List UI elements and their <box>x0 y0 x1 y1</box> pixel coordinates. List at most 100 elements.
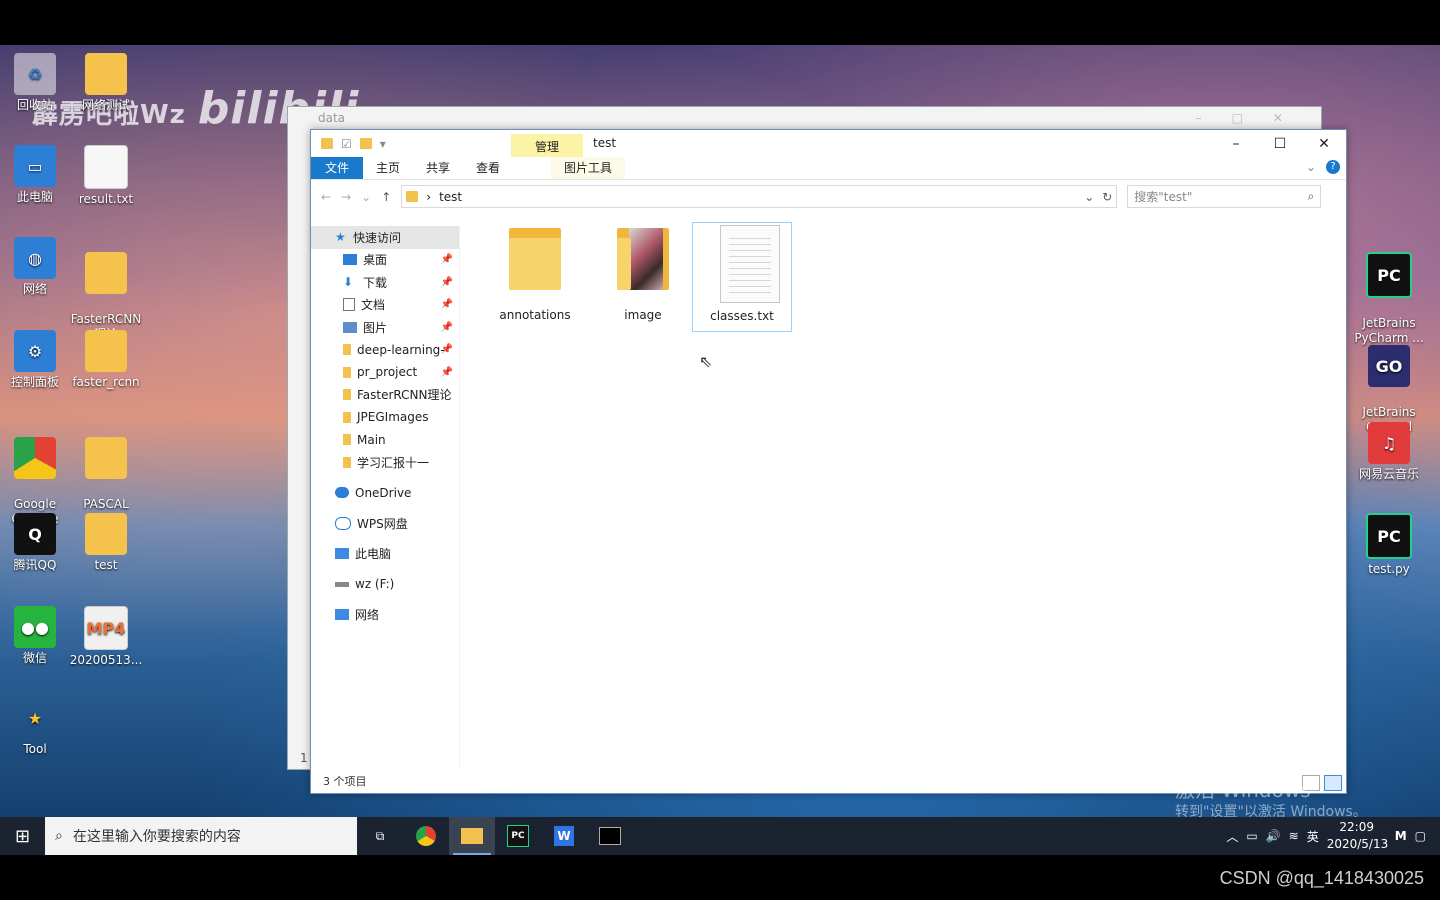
tab-share[interactable]: 共享 <box>413 157 463 179</box>
tab-home[interactable]: 主页 <box>363 157 413 179</box>
taskbar-search[interactable]: ⌕ 在这里输入你要搜索的内容 <box>45 817 357 855</box>
breadcrumb-separator-icon[interactable]: › <box>426 190 431 204</box>
close-button[interactable]: ✕ <box>1302 130 1346 157</box>
help-icon[interactable]: ? <box>1326 160 1340 174</box>
notification-center-icon[interactable]: ▢ <box>1415 829 1426 843</box>
explorer-window-test[interactable]: ☑ ▾ 管理 test – ☐ ✕ 文件 主页 共享 查看 图片工具 ⌄ ? ←… <box>310 129 1347 794</box>
pycharm-icon: PC <box>1366 252 1412 298</box>
file-name: image <box>624 308 662 322</box>
network-icon: ◍ <box>14 237 56 279</box>
desktop-icon-test[interactable]: test <box>65 513 147 573</box>
network-icon <box>335 609 349 621</box>
search-icon[interactable]: ⌕ <box>1308 189 1315 204</box>
nav-label: OneDrive <box>355 485 412 500</box>
back-arrow-icon[interactable]: ← <box>321 190 331 204</box>
file-item-image[interactable]: image <box>594 222 692 330</box>
pin-icon: 📌 <box>440 344 453 356</box>
file-item-annotations[interactable]: annotations <box>486 222 584 330</box>
nav-label: FasterRCNN理论 <box>357 388 452 403</box>
image-folder-icon <box>613 222 673 300</box>
forward-arrow-icon[interactable]: → <box>341 190 351 204</box>
battery-icon[interactable]: ▭ <box>1246 829 1257 843</box>
desktop-icon-netease-music[interactable]: ♫ 网易云音乐 <box>1348 422 1430 482</box>
ime-indicator[interactable]: 英 <box>1307 828 1319 845</box>
refresh-icon[interactable]: ↻ <box>1102 190 1112 204</box>
nav-jpegimages[interactable]: JPEGImages <box>311 406 459 429</box>
computer-icon <box>335 548 349 560</box>
address-dropdown-icon[interactable]: ⌄ <box>1084 190 1094 204</box>
task-view-icon: ⧉ <box>375 828 385 843</box>
nav-onedrive[interactable]: OneDrive <box>311 482 459 505</box>
nav-wps[interactable]: WPS网盘 <box>311 512 459 535</box>
search-input[interactable]: 搜索"test" ⌕ <box>1127 185 1322 208</box>
taskbar-terminal[interactable] <box>587 817 633 855</box>
taskbar-file-explorer[interactable] <box>449 817 495 855</box>
tab-manage[interactable]: 管理 <box>511 134 583 157</box>
desktop-icon-result-txt[interactable]: result.txt <box>65 145 147 207</box>
nav-deep-learning[interactable]: deep-learning- 📌 <box>311 339 459 362</box>
nav-documents[interactable]: 文档 📌 <box>311 294 459 317</box>
nav-main[interactable]: Main <box>311 429 459 452</box>
tab-view[interactable]: 查看 <box>463 157 513 179</box>
customize-toolbar-icon[interactable]: ▾ <box>380 137 386 151</box>
volume-icon[interactable]: 🔊 <box>1266 829 1281 843</box>
maximize-button[interactable]: ☐ <box>1258 130 1302 157</box>
desktop-icon-tool[interactable]: ★ Tool <box>0 697 76 757</box>
nav-downloads[interactable]: ⬇ 下载 📌 <box>311 271 459 294</box>
start-button[interactable]: ⊞ <box>0 826 45 847</box>
file-item-classes-txt[interactable]: classes.txt <box>692 222 792 332</box>
expand-ribbon-icon[interactable]: ⌄ <box>1306 160 1316 174</box>
tab-file[interactable]: 文件 <box>311 157 363 179</box>
tray-expand-icon[interactable]: ︿ <box>1226 828 1238 845</box>
file-name: annotations <box>499 308 571 322</box>
navigation-bar: ← → ⌄ ↑ › test ⌄ ↻ 搜索"test" ⌕ <box>311 180 1346 213</box>
ribbon-right: ⌄ ? <box>1306 160 1340 174</box>
desktop-icon-mp4[interactable]: MP4 20200513... <box>65 606 147 668</box>
taskbar-pycharm[interactable]: PC <box>495 817 541 855</box>
taskbar-wps[interactable]: W <box>541 817 587 855</box>
properties-icon[interactable]: ☑ <box>341 137 352 151</box>
taskbar-chrome[interactable] <box>403 817 449 855</box>
folder-icon <box>85 513 127 555</box>
wifi-icon[interactable]: ≋ <box>1289 829 1299 843</box>
nav-desktop[interactable]: 桌面 📌 <box>311 249 459 272</box>
desktop-icon-label: Tool <box>23 742 47 756</box>
desktop-icon-folder[interactable]: 网络测试 <box>65 53 147 113</box>
control-panel-icon: ⚙ <box>14 330 56 372</box>
folder-icon <box>343 434 351 446</box>
clock[interactable]: 22:09 2020/5/13 <box>1327 819 1389 853</box>
nav-quick-access[interactable]: ★ 快速访问 <box>311 226 459 249</box>
video-file-icon: MP4 <box>84 606 128 650</box>
file-explorer-icon <box>461 828 483 844</box>
new-folder-icon[interactable] <box>359 138 372 149</box>
nav-pictures[interactable]: 图片 📌 <box>311 316 459 339</box>
desktop-icon-label: result.txt <box>78 192 134 206</box>
folder-icon <box>85 252 127 294</box>
up-arrow-icon[interactable]: ↑ <box>381 190 391 204</box>
app-tray-icon[interactable]: M <box>1395 829 1407 843</box>
nav-label: 网络 <box>355 608 380 623</box>
folder-icon <box>85 330 127 372</box>
download-icon: ⬇ <box>343 274 354 289</box>
task-view-button[interactable]: ⧉ <box>357 817 403 855</box>
recent-locations-icon[interactable]: ⌄ <box>361 190 371 204</box>
nav-report[interactable]: 学习汇报十一 <box>311 451 459 474</box>
nav-this-pc[interactable]: 此电脑 <box>311 543 459 566</box>
breadcrumb[interactable]: test <box>439 190 462 204</box>
nav-drive-f[interactable]: wz (F:) <box>311 573 459 596</box>
nav-label: deep-learning- <box>357 342 445 357</box>
desktop-icon-label: 20200513... <box>69 653 143 667</box>
minimize-button[interactable]: – <box>1214 130 1258 157</box>
nav-pr-project[interactable]: pr_project 📌 <box>311 361 459 384</box>
address-bar[interactable]: › test ⌄ ↻ <box>401 185 1118 208</box>
wps-icon: W <box>554 826 574 846</box>
desktop-icon-test-py[interactable]: PC test.py <box>1348 513 1430 577</box>
tab-picture-tools[interactable]: 图片工具 <box>551 157 626 179</box>
nav-fasterrcnn[interactable]: FasterRCNN理论 <box>311 384 459 407</box>
nav-label: 图片 <box>363 320 388 335</box>
star-icon: ★ <box>27 708 43 728</box>
nav-label: JPEGImages <box>357 410 429 425</box>
file-list[interactable]: annotations image classes.txt ⇖ <box>471 222 1346 762</box>
desktop-icon-faster-rcnn[interactable]: faster_rcnn <box>65 330 147 390</box>
nav-network[interactable]: 网络 <box>311 604 459 627</box>
